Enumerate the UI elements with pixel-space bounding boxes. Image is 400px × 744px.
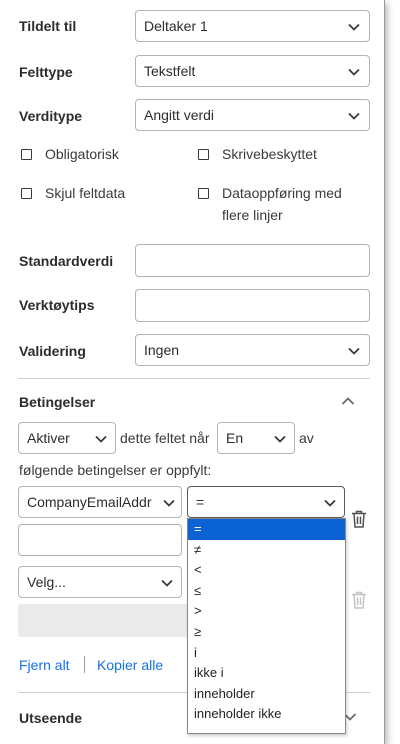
operator-option[interactable]: = <box>188 519 345 540</box>
required-label: Obligatorisk <box>45 146 119 162</box>
chevron-down-icon <box>348 68 360 76</box>
validation-select[interactable]: Ingen <box>135 334 370 366</box>
operator-option[interactable]: < <box>188 560 345 581</box>
condition-field2-value: Velg... <box>27 574 66 590</box>
appearance-header: Utseende <box>19 710 83 726</box>
multiline-checkbox[interactable] <box>198 188 209 199</box>
assigned-to-label: Tildelt til <box>19 18 77 34</box>
condition-field-select[interactable]: CompanyEmailAddr <box>18 486 182 518</box>
default-value-input[interactable] <box>135 244 370 277</box>
operator-option[interactable]: i <box>188 643 345 664</box>
required-checkbox[interactable] <box>21 149 32 160</box>
operator-option[interactable]: inneholder ikke <box>188 704 345 725</box>
multiline-label-line1: Dataoppføring med <box>222 185 342 201</box>
value-type-label: Verditype <box>19 108 83 124</box>
condition-value-input[interactable] <box>18 524 182 556</box>
section-divider <box>18 378 370 379</box>
field-when-text: dette feltet når <box>120 430 210 446</box>
operator-dropdown-list: = ≠ < ≤ > ≥ i ikke i inneholder innehold… <box>187 518 346 734</box>
chevron-down-icon <box>324 499 336 507</box>
value-type-select[interactable]: Angitt verdi <box>135 99 370 131</box>
chevron-down-icon <box>348 347 360 355</box>
operator-option[interactable]: ≤ <box>188 581 345 602</box>
action-select[interactable]: Aktiver <box>18 422 116 454</box>
remove-all-link[interactable]: Fjern alt <box>19 657 70 673</box>
condition-value-disabled <box>18 604 190 637</box>
operator-value: = <box>196 494 205 510</box>
link-separator <box>84 656 85 673</box>
operator-option[interactable]: > <box>188 601 345 622</box>
condition-field-value: CompanyEmailAddr <box>27 494 152 510</box>
validation-value: Ingen <box>144 342 180 358</box>
hide-data-checkbox[interactable] <box>21 188 32 199</box>
operator-option[interactable]: ≠ <box>188 540 345 561</box>
field-type-select[interactable]: Tekstfelt <box>135 55 370 87</box>
value-type-value: Angitt verdi <box>144 107 215 123</box>
chevron-down-icon <box>161 579 173 587</box>
multiline-label-line2: flere linjer <box>222 207 283 223</box>
trash-icon[interactable] <box>351 510 367 528</box>
field-type-value: Tekstfelt <box>144 63 196 79</box>
field-type-label: Felttype <box>19 64 73 80</box>
chevron-down-icon <box>163 499 175 507</box>
tooltip-input[interactable] <box>135 289 370 322</box>
readonly-checkbox[interactable] <box>198 149 209 160</box>
validation-label: Validering <box>19 343 86 359</box>
operator-option[interactable]: ikke i <box>188 663 345 684</box>
chevron-down-icon <box>348 23 360 31</box>
conditions-met-text: følgende betingelser er oppfylt: <box>19 462 212 478</box>
action-value: Aktiver <box>27 430 70 446</box>
chevron-down-icon <box>274 435 286 443</box>
hide-data-label: Skjul feltdata <box>45 185 126 201</box>
field-properties-panel: Tildelt til Deltaker 1 Felttype Tekstfel… <box>0 0 385 744</box>
chevron-up-icon[interactable] <box>341 396 355 406</box>
default-value-label: Standardverdi <box>19 253 114 269</box>
trash-icon-disabled <box>352 591 366 609</box>
operator-option[interactable]: ≥ <box>188 622 345 643</box>
chevron-down-icon <box>95 435 107 443</box>
copy-all-link[interactable]: Kopier alle <box>97 657 163 673</box>
assigned-to-value: Deltaker 1 <box>144 18 208 34</box>
match-value: En <box>226 430 244 446</box>
chevron-down-icon <box>348 112 360 120</box>
tooltip-label: Verktøytips <box>19 297 95 313</box>
assigned-to-select[interactable]: Deltaker 1 <box>135 10 370 42</box>
readonly-label: Skrivebeskyttet <box>222 146 317 162</box>
condition-field2-select[interactable]: Velg... <box>18 566 182 598</box>
operator-option[interactable]: inneholder <box>188 684 345 705</box>
match-select[interactable]: En <box>217 422 295 454</box>
operator-select[interactable]: = <box>187 486 345 518</box>
of-text: av <box>299 430 314 446</box>
conditions-header: Betingelser <box>19 394 96 410</box>
